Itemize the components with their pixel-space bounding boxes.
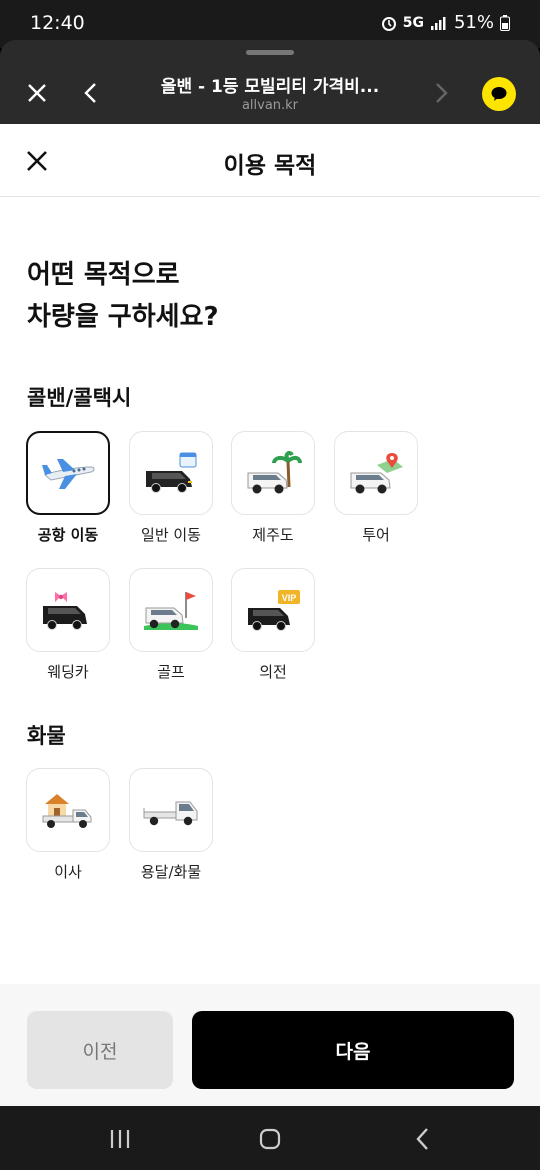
kakao-chat-button[interactable] — [482, 77, 516, 111]
purpose-label-cargo: 용달/화물 — [140, 863, 202, 881]
cargo-truck-icon — [143, 801, 198, 826]
purpose-label-airport: 공항 이동 — [37, 526, 99, 544]
signal-icon — [430, 16, 446, 30]
purpose-tile-vip[interactable]: VIP — [231, 568, 315, 652]
van-palm-tree-icon — [247, 451, 302, 494]
browser-page-title: 올밴 - 1등 모빌리티 가격비... — [160, 77, 380, 97]
question-line-1: 어떤 목적으로 — [27, 260, 180, 290]
network-type: 5G — [402, 14, 424, 31]
next-button[interactable]: 다음 — [192, 1011, 514, 1089]
purpose-tile-cargo[interactable] — [129, 768, 213, 852]
purpose-tile-airport[interactable] — [26, 431, 110, 515]
question-line-2: 차량을 구하세요? — [27, 302, 219, 332]
status-icons: 5G 51% — [381, 12, 510, 33]
purpose-tile-jeju[interactable] — [231, 431, 315, 515]
purpose-label-moving: 이사 — [54, 863, 82, 881]
purpose-label-wedding: 웨딩카 — [47, 663, 89, 681]
home-icon[interactable] — [255, 1124, 285, 1154]
purpose-tile-general[interactable] — [129, 431, 213, 515]
browser-back-icon[interactable] — [78, 78, 104, 108]
browser-forward-icon[interactable] — [428, 78, 454, 108]
chat-bubble-icon — [491, 87, 507, 101]
page-title: 이용 목적 — [223, 153, 317, 179]
purpose-tile-tour[interactable] — [334, 431, 418, 515]
svg-text:VIP: VIP — [282, 593, 297, 603]
purpose-label-jeju: 제주도 — [252, 526, 294, 544]
page-header: 이용 목적 — [0, 124, 540, 197]
van-golf-flag-icon — [144, 592, 198, 630]
browser-bar: 올밴 - 1등 모빌리티 가격비... allvan.kr — [0, 40, 540, 124]
browser-url: allvan.kr — [241, 98, 299, 113]
purpose-tile-golf[interactable] — [129, 568, 213, 652]
system-nav-bar — [0, 1106, 540, 1170]
purpose-label-tour: 투어 — [362, 526, 390, 544]
question-heading: 어떤 목적으로 차량을 구하세요? — [27, 254, 219, 338]
alarm-icon — [381, 16, 396, 31]
recent-apps-icon[interactable] — [105, 1124, 135, 1154]
van-vip-icon: VIP — [248, 590, 300, 631]
airplane-icon — [42, 459, 95, 489]
battery-icon — [500, 14, 510, 31]
van-map-pin-icon — [350, 453, 403, 494]
section-title-cargo: 화물 — [27, 724, 66, 748]
prev-button[interactable]: 이전 — [27, 1011, 173, 1089]
purpose-tile-moving[interactable] — [26, 768, 110, 852]
back-icon[interactable] — [408, 1124, 438, 1154]
battery-percent: 51% — [453, 12, 494, 33]
moving-truck-icon — [42, 794, 92, 828]
section-title-van: 콜밴/콜택시 — [27, 386, 132, 410]
van-calendar-icon — [146, 452, 197, 493]
purpose-label-vip: 의전 — [259, 663, 287, 681]
bottom-action-bar: 이전 다음 — [0, 984, 540, 1106]
van-ribbon-icon — [43, 592, 87, 630]
purpose-tile-wedding[interactable] — [26, 568, 110, 652]
status-time: 12:40 — [30, 12, 85, 34]
browser-close-icon[interactable] — [22, 78, 52, 108]
purpose-page: 이용 목적 어떤 목적으로 차량을 구하세요? 콜밴/콜택시 공항 이동 일반 … — [0, 124, 540, 1106]
sheet-handle[interactable] — [246, 50, 294, 55]
